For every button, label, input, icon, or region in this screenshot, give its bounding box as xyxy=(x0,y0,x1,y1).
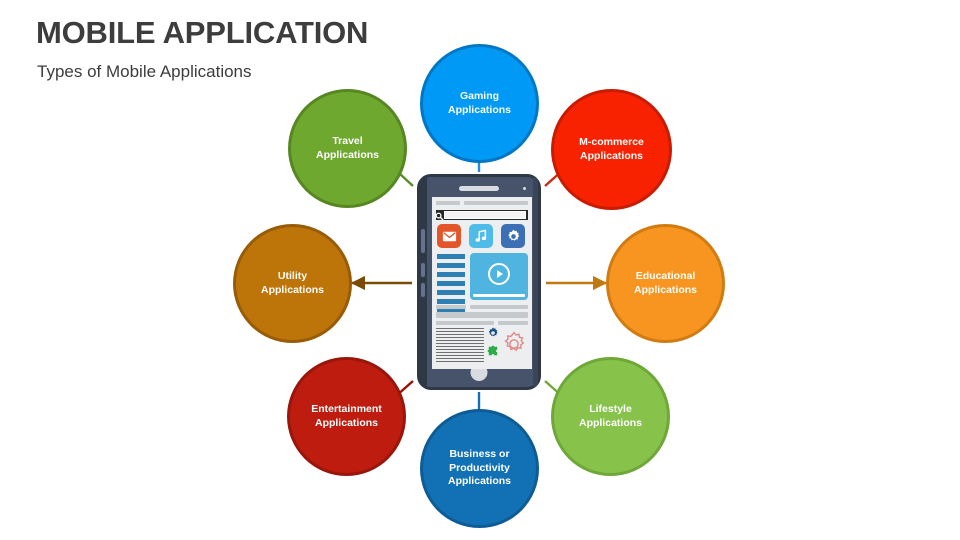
gear-outline-icon xyxy=(504,331,525,352)
node-gaming-label: Gaming Applications xyxy=(447,89,511,116)
node-travel-label: Travel Applications xyxy=(315,134,379,161)
node-gaming[interactable]: Gaming Applications xyxy=(423,47,536,160)
phone-speaker xyxy=(459,186,499,191)
node-business-productivity[interactable]: Business or Productivity Applications xyxy=(423,412,536,525)
node-business-productivity-label: Business or Productivity Applications xyxy=(447,447,511,488)
node-entertainment[interactable]: Entertainment Applications xyxy=(290,360,403,473)
node-utility[interactable]: Utility Applications xyxy=(236,227,349,340)
screen-list-bar xyxy=(437,272,465,277)
envelope-icon xyxy=(442,231,456,241)
slide-canvas: MOBILE APPLICATION Types of Mobile Appli… xyxy=(0,0,960,540)
node-entertainment-label: Entertainment Applications xyxy=(311,402,382,429)
settings-tile[interactable] xyxy=(501,224,525,248)
phone-button-3[interactable] xyxy=(421,283,425,297)
search-icon xyxy=(435,212,444,221)
node-utility-label: Utility Applications xyxy=(260,269,324,296)
phone-left-edge xyxy=(420,177,427,387)
screen-text-lines xyxy=(436,328,484,364)
phone-right-edge xyxy=(533,177,538,387)
gear-icon xyxy=(488,327,498,337)
screen-body-bar xyxy=(436,312,528,318)
screen-body-bar xyxy=(470,305,528,309)
video-player[interactable] xyxy=(470,253,528,300)
node-travel[interactable]: Travel Applications xyxy=(291,92,404,205)
phone-button-2[interactable] xyxy=(421,263,425,277)
screen-list-bar xyxy=(437,281,465,286)
smartphone-illustration xyxy=(417,174,541,390)
screen-body-bar xyxy=(436,321,494,325)
screen-list-bar xyxy=(437,263,465,268)
node-educational-label: Educational Applications xyxy=(633,269,697,296)
screen-list-bar xyxy=(437,254,465,259)
gear-icon xyxy=(507,229,519,241)
video-progress-bar[interactable] xyxy=(473,294,525,297)
screen-list-bar xyxy=(437,299,465,304)
node-m-commerce[interactable]: M-commerce Applications xyxy=(554,92,669,207)
phone-camera xyxy=(523,187,526,190)
screen-body-bar xyxy=(498,321,528,325)
screen-header-bar-1 xyxy=(436,201,460,205)
screen-body-bar xyxy=(436,305,466,309)
node-lifestyle[interactable]: Lifestyle Applications xyxy=(554,360,667,473)
phone-volume-button[interactable] xyxy=(421,229,425,253)
screen-header-bar-2 xyxy=(464,201,528,205)
music-note-icon xyxy=(475,229,487,242)
play-icon[interactable] xyxy=(488,263,510,286)
node-m-commerce-label: M-commerce Applications xyxy=(579,135,644,162)
screen-list-bar xyxy=(437,290,465,295)
node-educational[interactable]: Educational Applications xyxy=(609,227,722,340)
puzzle-piece-icon xyxy=(487,345,498,356)
music-tile[interactable] xyxy=(469,224,493,248)
search-input[interactable] xyxy=(444,211,526,219)
phone-screen xyxy=(432,197,532,369)
mail-tile[interactable] xyxy=(437,224,461,248)
node-lifestyle-label: Lifestyle Applications xyxy=(578,402,642,429)
